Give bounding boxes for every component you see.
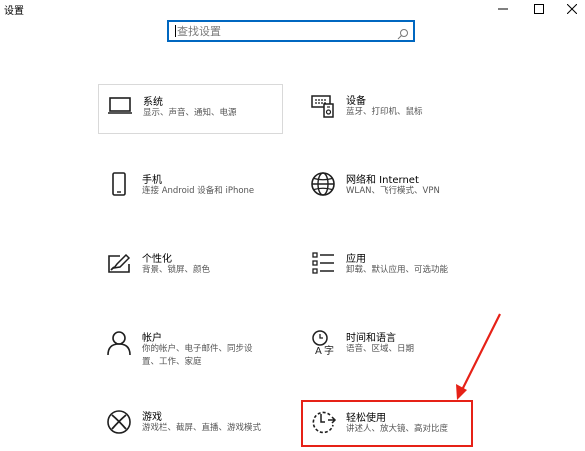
display-icon xyxy=(107,93,135,121)
tile-subtitle: 语音、区域、日期 xyxy=(346,344,415,354)
tile-title: 系统 xyxy=(143,97,163,108)
tile-system[interactable]: 系统 显示、声音、通知、电源 xyxy=(98,84,283,134)
maximize-icon xyxy=(534,4,544,14)
title-bar: 设置 xyxy=(0,0,585,22)
svg-text:字: 字 xyxy=(324,344,334,357)
tile-title: 帐户 xyxy=(142,333,162,344)
tile-title: 手机 xyxy=(142,175,162,186)
minimize-icon xyxy=(498,8,508,10)
tile-personalization[interactable]: 个性化 背景、锁屏、颜色 xyxy=(98,242,283,292)
keyboard-devices-icon xyxy=(310,92,338,120)
tile-title: 网络和 Internet xyxy=(346,175,419,186)
tile-network[interactable]: 网络和 Internet WLAN、飞行模式、VPN xyxy=(302,163,487,213)
tile-subtitle-line: 你的帐户、电子邮件、同步设 xyxy=(142,344,253,354)
tile-subtitle: 游戏栏、截屏、直播、游戏模式 xyxy=(142,423,262,433)
annotation-arrow-head xyxy=(456,384,467,400)
tile-subtitle-line: 置、工作、家庭 xyxy=(142,357,202,367)
minimize-button[interactable] xyxy=(488,0,518,18)
tile-subtitle: 显示、声音、通知、电源 xyxy=(143,108,237,118)
person-icon xyxy=(106,329,134,357)
annotation-arrow xyxy=(456,313,501,400)
svg-text:A: A xyxy=(315,346,322,357)
close-button[interactable] xyxy=(557,0,585,18)
ease-of-access-icon xyxy=(310,409,338,437)
search-box[interactable] xyxy=(167,20,415,42)
tile-subtitle: 讲述人、放大镜、高对比度 xyxy=(346,424,449,434)
tile-title: 轻松使用 xyxy=(346,413,386,424)
tile-ease-of-access[interactable]: 轻松使用 讲述人、放大镜、高对比度 xyxy=(301,400,473,447)
tile-devices[interactable]: 设备 蓝牙、打印机、鼠标 xyxy=(302,84,487,134)
time-language-icon: A 字 xyxy=(310,329,338,357)
tile-subtitle: 卸载、默认应用、可选功能 xyxy=(346,265,449,275)
tile-title: 设备 xyxy=(346,96,366,107)
tile-subtitle: 连接 Android 设备和 iPhone xyxy=(142,186,255,196)
search-input[interactable] xyxy=(169,22,397,40)
tile-title: 应用 xyxy=(346,254,366,265)
tile-subtitle: 背景、锁屏、颜色 xyxy=(142,265,211,275)
globe-icon xyxy=(310,171,338,199)
paint-icon xyxy=(106,250,134,278)
tile-subtitle: 蓝牙、打印机、鼠标 xyxy=(346,107,423,117)
tile-gaming[interactable]: 游戏 游戏栏、截屏、直播、游戏模式 xyxy=(98,400,283,450)
tile-title: 游戏 xyxy=(142,412,162,423)
tile-title: 个性化 xyxy=(142,254,172,265)
apps-list-icon xyxy=(310,250,338,278)
maximize-button[interactable] xyxy=(524,0,554,18)
tile-apps[interactable]: 应用 卸载、默认应用、可选功能 xyxy=(302,242,487,292)
tile-subtitle: WLAN、飞行模式、VPN xyxy=(346,186,440,196)
close-icon xyxy=(567,4,577,14)
xbox-icon xyxy=(106,408,134,436)
search-icon[interactable] xyxy=(397,25,409,44)
tile-title: 时间和语言 xyxy=(346,333,396,344)
phone-icon xyxy=(106,171,134,199)
window-title: 设置 xyxy=(4,6,24,17)
tile-accounts[interactable]: 帐户 你的帐户、电子邮件、同步设 置、工作、家庭 xyxy=(98,321,283,371)
tile-subtitle: 你的帐户、电子邮件、同步设 置、工作、家庭 xyxy=(142,343,253,369)
tile-time-language[interactable]: A 字 时间和语言 语音、区域、日期 xyxy=(302,321,487,371)
tile-phone[interactable]: 手机 连接 Android 设备和 iPhone xyxy=(98,163,283,213)
